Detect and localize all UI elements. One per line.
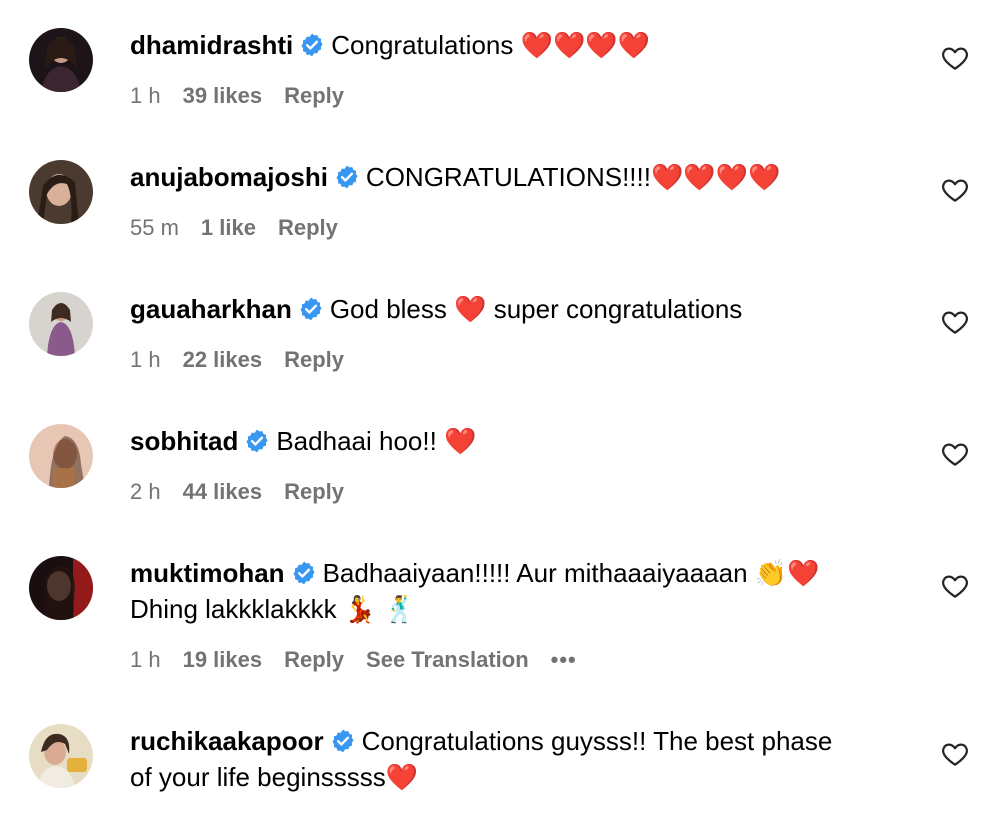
username-link[interactable]: sobhitad bbox=[130, 426, 238, 456]
heart-outline-icon bbox=[942, 443, 968, 466]
verified-badge-icon bbox=[330, 728, 356, 754]
avatar[interactable] bbox=[29, 28, 93, 92]
verified-badge-icon bbox=[334, 164, 360, 190]
comment-text: dhamidrashti Congratulations ❤️❤️❤️❤️ bbox=[130, 28, 920, 63]
comment-body: Badhaai hoo!! ❤️ bbox=[276, 426, 477, 456]
username-link[interactable]: anujabomajoshi bbox=[130, 162, 328, 192]
verified-badge-icon bbox=[244, 428, 270, 454]
comment-meta: 2 h 44 likes Reply bbox=[130, 478, 366, 506]
comment-text: anujabomajoshi CONGRATULATIONS!!!!❤️❤️❤️❤… bbox=[130, 160, 920, 195]
reply-button[interactable]: Reply bbox=[284, 83, 344, 108]
avatar[interactable] bbox=[29, 556, 93, 620]
like-comment-button[interactable] bbox=[940, 739, 970, 769]
comment-body: Congratulations guysss!! The best phase bbox=[361, 726, 833, 756]
comment-meta: 1 h 39 likes Reply bbox=[130, 82, 366, 110]
like-comment-button[interactable] bbox=[940, 439, 970, 469]
comment-meta: 55 m 1 like Reply bbox=[130, 214, 360, 242]
likes-count-button[interactable]: 22 likes bbox=[183, 347, 263, 372]
comment-meta: 1 h 22 likes Reply bbox=[130, 346, 366, 374]
username-link[interactable]: muktimohan bbox=[130, 558, 285, 588]
reply-button[interactable]: Reply bbox=[284, 479, 344, 504]
comment-text-line2: Dhing lakkklakkkk 💃 🕺 bbox=[130, 594, 416, 624]
comment-time: 1 h bbox=[130, 347, 161, 372]
comment-time: 55 m bbox=[130, 215, 179, 240]
avatar[interactable] bbox=[29, 424, 93, 488]
see-translation-button[interactable]: See Translation bbox=[366, 647, 529, 672]
reply-button[interactable]: Reply bbox=[284, 647, 344, 672]
avatar[interactable] bbox=[29, 160, 93, 224]
like-comment-button[interactable] bbox=[940, 43, 970, 73]
avatar[interactable] bbox=[29, 724, 93, 788]
comment-text-line2: of your life beginsssss❤️ bbox=[130, 762, 419, 792]
likes-count-button[interactable]: 1 like bbox=[201, 215, 256, 240]
likes-count-button[interactable]: 44 likes bbox=[183, 479, 263, 504]
username-link[interactable]: dhamidrashti bbox=[130, 30, 293, 60]
more-options-icon[interactable]: ••• bbox=[551, 647, 577, 672]
comment-meta: 1 h 19 likes Reply See Translation ••• bbox=[130, 646, 599, 674]
comment-text: gauaharkhan God bless ❤️ super congratula… bbox=[130, 292, 920, 327]
username-link[interactable]: gauaharkhan bbox=[130, 294, 292, 324]
username-link[interactable]: ruchikaakapoor bbox=[130, 726, 324, 756]
reply-button[interactable]: Reply bbox=[284, 347, 344, 372]
heart-outline-icon bbox=[942, 179, 968, 202]
heart-outline-icon bbox=[942, 743, 968, 766]
verified-badge-icon bbox=[299, 32, 325, 58]
comment-text: ruchikaakapoor Congratulations guysss!! T… bbox=[130, 724, 920, 759]
likes-count-button[interactable]: 39 likes bbox=[183, 83, 263, 108]
comment-time: 2 h bbox=[130, 479, 161, 504]
comment-time: 1 h bbox=[130, 647, 161, 672]
verified-badge-icon bbox=[298, 296, 324, 322]
comment-body: God bless ❤️ super congratulations bbox=[329, 294, 743, 324]
heart-outline-icon bbox=[942, 311, 968, 334]
reply-button[interactable]: Reply bbox=[278, 215, 338, 240]
comment-body: Badhaaiyaan!!!!! Aur mithaaaiyaaaan 👏❤️ bbox=[322, 558, 820, 588]
comment-text: muktimohan Badhaaiyaan!!!!! Aur mithaaaiy… bbox=[130, 556, 920, 591]
heart-outline-icon bbox=[942, 575, 968, 598]
avatar[interactable] bbox=[29, 292, 93, 356]
like-comment-button[interactable] bbox=[940, 175, 970, 205]
comment-body: CONGRATULATIONS!!!!❤️❤️❤️❤️ bbox=[365, 162, 781, 192]
verified-badge-icon bbox=[291, 560, 317, 586]
like-comment-button[interactable] bbox=[940, 307, 970, 337]
comment-text: sobhitad Badhaai hoo!! ❤️ bbox=[130, 424, 920, 459]
like-comment-button[interactable] bbox=[940, 571, 970, 601]
comment-body: Congratulations ❤️❤️❤️❤️ bbox=[331, 30, 651, 60]
comment-time: 1 h bbox=[130, 83, 161, 108]
likes-count-button[interactable]: 19 likes bbox=[183, 647, 263, 672]
heart-outline-icon bbox=[942, 47, 968, 70]
